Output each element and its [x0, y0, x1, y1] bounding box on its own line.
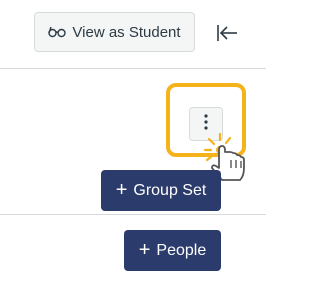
add-group-set-button[interactable]: + Group Set: [101, 170, 221, 211]
divider: [0, 68, 266, 69]
plus-icon: +: [115, 178, 128, 201]
group-set-label: Group Set: [133, 181, 207, 199]
people-label: People: [156, 241, 207, 259]
add-people-button[interactable]: + People: [124, 230, 221, 271]
plus-icon: +: [138, 238, 151, 261]
page: View as Student + Group Set + People: [0, 0, 266, 290]
view-as-student-label: View as Student: [72, 23, 181, 41]
view-as-student-button[interactable]: View as Student: [34, 12, 195, 52]
glasses-icon: [48, 26, 67, 38]
collapse-left-icon[interactable]: [214, 20, 240, 46]
divider: [0, 214, 266, 215]
